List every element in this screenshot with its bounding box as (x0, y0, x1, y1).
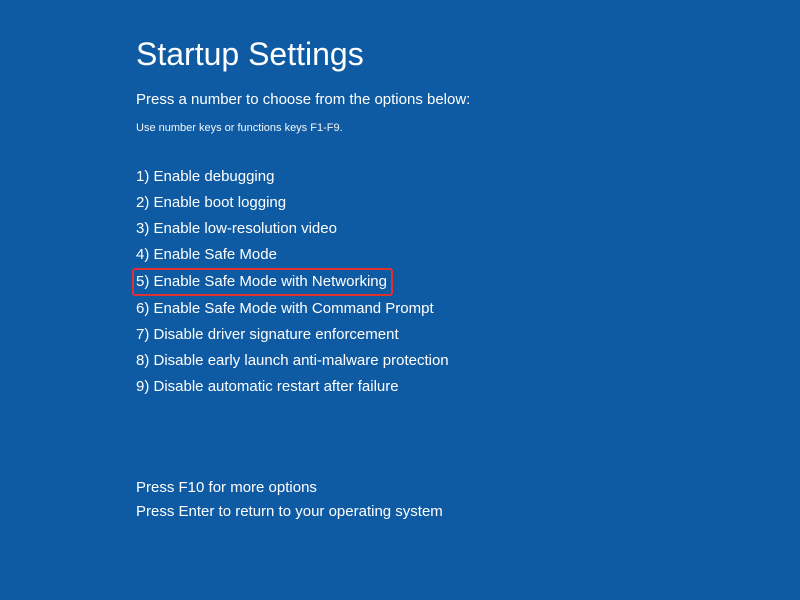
startup-settings-screen: Startup Settings Press a number to choos… (0, 0, 800, 524)
page-title: Startup Settings (136, 36, 800, 73)
option-5[interactable]: 5) Enable Safe Mode with Networking (132, 268, 393, 296)
subtitle-text: Press a number to choose from the option… (136, 91, 800, 108)
options-list: 1) Enable debugging 2) Enable boot loggi… (136, 164, 800, 400)
instruction-text: Use number keys or functions keys F1-F9. (136, 122, 800, 134)
option-2[interactable]: 2) Enable boot logging (136, 191, 286, 215)
option-3[interactable]: 3) Enable low-resolution video (136, 217, 337, 241)
option-7[interactable]: 7) Disable driver signature enforcement (136, 323, 399, 347)
footer-line-1: Press F10 for more options (136, 476, 800, 500)
option-4[interactable]: 4) Enable Safe Mode (136, 243, 277, 267)
option-9[interactable]: 9) Disable automatic restart after failu… (136, 375, 399, 399)
option-1[interactable]: 1) Enable debugging (136, 165, 274, 189)
option-6[interactable]: 6) Enable Safe Mode with Command Prompt (136, 297, 434, 321)
option-8[interactable]: 8) Disable early launch anti-malware pro… (136, 349, 449, 373)
footer-line-2: Press Enter to return to your operating … (136, 500, 800, 524)
